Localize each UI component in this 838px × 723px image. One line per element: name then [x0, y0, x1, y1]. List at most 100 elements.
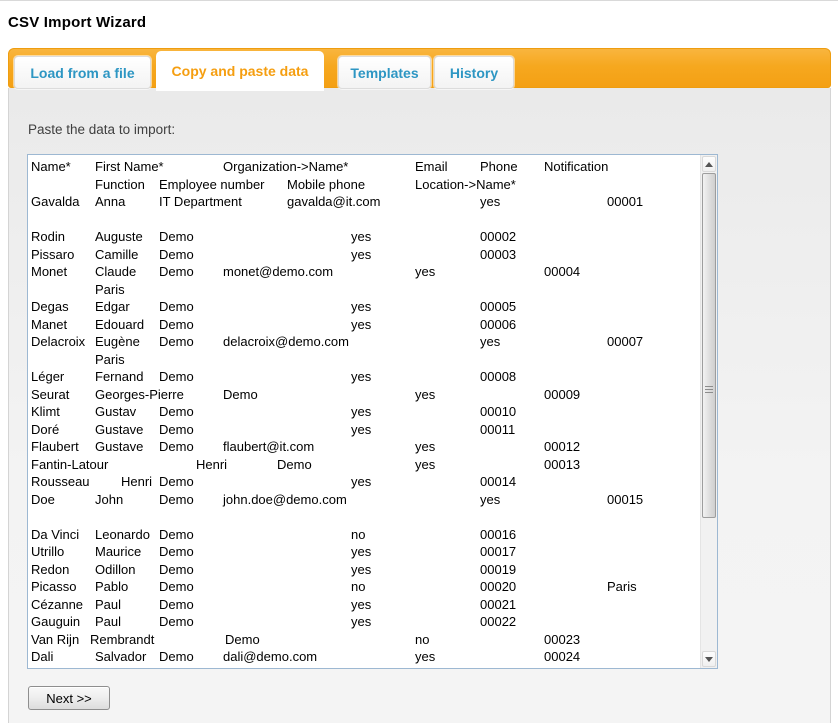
csv-line-19: DoeJohnDemojohn.doe@demo.comyes00015 [28, 491, 700, 509]
csv-line-9: ManetEdouardDemoyes00006 [28, 316, 700, 334]
textarea-scrollbar[interactable] [700, 155, 717, 668]
csv-cell: Flaubert [31, 438, 79, 455]
tab-label: Templates [350, 65, 418, 81]
csv-cell: Paul [95, 613, 121, 630]
paste-data-textarea[interactable]: Name*First Name*Organization->Name*Email… [27, 154, 718, 669]
csv-cell: delacroix@demo.com [223, 333, 349, 350]
csv-cell: Fernand [95, 368, 143, 385]
csv-cell: Doe [31, 491, 55, 508]
csv-line-29: Grenoble [28, 666, 700, 669]
tab-label: Load from a file [30, 65, 134, 81]
csv-cell: 00021 [480, 596, 516, 613]
csv-cell: yes [351, 298, 371, 315]
scrollbar-up-button[interactable] [702, 156, 716, 172]
csv-cell: 00003 [480, 246, 516, 263]
csv-cell: Degas [31, 298, 69, 315]
csv-cell: Function [95, 176, 145, 193]
csv-cell: yes [351, 316, 371, 333]
csv-cell: yes [351, 596, 371, 613]
csv-cell: Demo [159, 228, 194, 245]
csv-import-wizard-screen: CSV Import Wizard Load from a file Copy … [0, 0, 838, 723]
csv-line-23: RedonOdillonDemoyes00019 [28, 561, 700, 579]
tab-label: Copy and paste data [172, 63, 309, 79]
scrollbar-thumb[interactable] [702, 173, 716, 518]
csv-cell: Name* [31, 158, 71, 175]
csv-cell: yes [415, 263, 435, 280]
csv-cell: Phone [480, 158, 518, 175]
csv-cell: Monet [31, 263, 67, 280]
csv-cell: Organization->Name* [223, 158, 348, 175]
csv-cell: Gauguin [31, 613, 80, 630]
csv-cell: Seurat [31, 386, 69, 403]
csv-cell: yes [351, 473, 371, 490]
csv-line-24: PicassoPabloDemono00020Paris [28, 578, 700, 596]
csv-cell: no [351, 526, 365, 543]
csv-cell: Demo [277, 456, 312, 473]
csv-cell: yes [415, 438, 435, 455]
csv-line-2: GavaldaAnnaIT Departmentgavalda@it.comye… [28, 193, 700, 211]
csv-cell: no [351, 578, 365, 595]
csv-cell: john.doe@demo.com [223, 491, 347, 508]
csv-cell: 00010 [480, 403, 516, 420]
csv-line-7: Paris [28, 281, 700, 299]
csv-cell: 00020 [480, 578, 516, 595]
tab-load-from-a-file[interactable]: Load from a file [14, 56, 151, 89]
csv-cell: yes [351, 421, 371, 438]
csv-cell: First Name* [95, 158, 164, 175]
csv-cell: Camille [95, 246, 138, 263]
csv-line-28: DaliSalvadorDemodali@demo.comyes00024 [28, 648, 700, 666]
csv-line-1: FunctionEmployee numberMobile phoneLocat… [28, 176, 700, 194]
csv-cell: yes [351, 403, 371, 420]
csv-cell: Demo [223, 386, 258, 403]
next-button[interactable]: Next >> [28, 686, 110, 710]
csv-cell: Gustav [95, 403, 136, 420]
csv-line-25: CézannePaulDemoyes00021 [28, 596, 700, 614]
csv-cell: Gustave [95, 421, 143, 438]
csv-cell: Notification [544, 158, 608, 175]
csv-cell: Demo [159, 491, 194, 508]
csv-cell: Demo [159, 613, 194, 630]
csv-cell: Demo [159, 561, 194, 578]
csv-cell: gavalda@it.com [287, 193, 380, 210]
csv-cell: Léger [31, 368, 64, 385]
csv-cell: 00007 [607, 333, 643, 350]
csv-cell: Gavalda [31, 193, 79, 210]
csv-line-21: Da VinciLeonardoDemono00016 [28, 526, 700, 544]
csv-cell: Maurice [95, 543, 141, 560]
csv-cell: yes [480, 491, 500, 508]
csv-line-16: FlaubertGustaveDemoflaubert@it.comyes000… [28, 438, 700, 456]
csv-cell: 00016 [480, 526, 516, 543]
csv-cell: yes [351, 368, 371, 385]
csv-cell: Henri [196, 456, 227, 473]
csv-cell: Rodin [31, 228, 65, 245]
csv-cell: Redon [31, 561, 69, 578]
scrollbar-down-button[interactable] [702, 651, 716, 667]
csv-cell: Eugène [95, 333, 140, 350]
tab-history[interactable]: History [434, 56, 514, 89]
tab-templates[interactable]: Templates [338, 56, 431, 89]
csv-cell: Doré [31, 421, 59, 438]
pasted-csv-text: Name*First Name*Organization->Name*Email… [28, 155, 700, 668]
csv-cell: Claude [95, 263, 136, 280]
csv-line-6: MonetClaudeDemomonet@demo.comyes00004 [28, 263, 700, 281]
csv-cell: monet@demo.com [223, 263, 333, 280]
csv-cell: Demo [159, 648, 194, 665]
csv-cell: Rembrandt [90, 631, 154, 648]
csv-cell: yes [415, 386, 435, 403]
csv-cell: 00013 [544, 456, 580, 473]
csv-cell: yes [415, 648, 435, 665]
csv-cell: Pablo [95, 578, 128, 595]
csv-cell: 00019 [480, 561, 516, 578]
csv-line-3 [28, 211, 700, 229]
csv-cell: Dali [31, 648, 53, 665]
csv-cell: 00011 [480, 421, 515, 438]
csv-cell: Edgar [95, 298, 130, 315]
csv-cell: Demo [159, 298, 194, 315]
csv-cell: John [95, 491, 123, 508]
csv-cell: Paul [95, 596, 121, 613]
csv-cell: yes [415, 456, 435, 473]
tab-copy-and-paste-data[interactable]: Copy and paste data [156, 51, 324, 91]
csv-cell: 00004 [544, 263, 580, 280]
csv-cell: Grenoble [95, 666, 148, 669]
csv-cell: Demo [225, 631, 260, 648]
